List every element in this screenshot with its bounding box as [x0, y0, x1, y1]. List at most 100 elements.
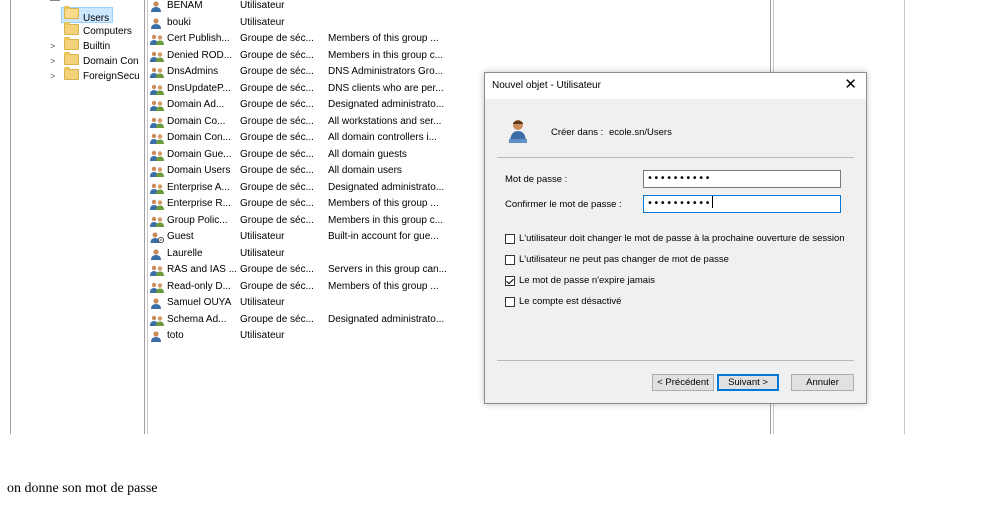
list-item-desc: Designated administrato... — [328, 181, 445, 193]
group-icon — [150, 51, 164, 62]
user-disabled-icon — [150, 232, 164, 243]
option-checkbox[interactable] — [505, 255, 515, 265]
list-item-type: Utilisateur — [240, 297, 285, 308]
list-item-type: Groupe de séc... — [240, 66, 314, 77]
tree-item-users[interactable]: Users — [64, 6, 110, 24]
list-item-type: Groupe de séc... — [240, 280, 314, 292]
list-item-name: Schema Ad... — [167, 313, 227, 325]
list-item-name: Domain Ad... — [167, 99, 225, 110]
confirm-password-label: Confirmer le mot de passe : — [505, 199, 622, 210]
chevron-right-icon[interactable]: > — [50, 54, 60, 68]
list-item-name: BENAM — [167, 0, 203, 11]
tree-item-foreignsecu[interactable]: > ForeignSecu — [50, 67, 140, 83]
tree-item-label: Computers — [83, 26, 132, 37]
group-icon — [150, 282, 164, 293]
list-item-desc: All domain controllers i... — [328, 132, 437, 143]
option-checkbox[interactable] — [505, 297, 515, 307]
group-icon — [150, 183, 164, 194]
group-icon — [150, 117, 164, 128]
list-item-name: Domain Users — [167, 165, 231, 176]
tree-item-domain-con[interactable]: > Domain Con — [50, 52, 139, 68]
folder-icon — [64, 22, 79, 35]
list-item-type: Groupe de séc... — [240, 33, 314, 44]
folder-icon — [64, 52, 79, 65]
list-item-type: Groupe de séc... — [240, 181, 314, 193]
user-icon — [509, 120, 527, 143]
list-item-desc: Members in this group c... — [328, 49, 444, 61]
list-item-desc: All domain users — [328, 165, 402, 176]
user-icon — [151, 248, 161, 260]
caption-text: on donne son mot de passe — [7, 481, 158, 496]
dialog-titlebar[interactable]: Nouvel objet - Utilisateur ✕ — [485, 73, 866, 99]
chevron-right-icon[interactable]: > — [50, 39, 60, 53]
list-item-type: Groupe de séc... — [240, 198, 314, 209]
list-item-name: Enterprise R... — [167, 198, 231, 209]
list-item-name: Denied ROD... — [167, 49, 233, 61]
pane-splitter[interactable] — [144, 0, 145, 434]
tree-item-label: Users — [83, 13, 110, 24]
option-label[interactable]: Le compte est désactivé — [519, 296, 621, 307]
list-item-desc: Members of this group ... — [328, 198, 439, 209]
option-label[interactable]: L'utilisateur ne peut pas changer de mot… — [519, 254, 729, 265]
group-icon — [150, 133, 164, 144]
list-item-desc: DNS clients who are per... — [328, 82, 444, 94]
list-item-name: DnsUpdateP... — [167, 82, 231, 94]
password-field[interactable]: •••••••••• — [643, 170, 841, 188]
confirm-password-field[interactable]: •••••••••• — [643, 195, 841, 213]
password-label: Mot de passe : — [505, 174, 568, 185]
previous-button[interactable]: < Précédent — [652, 374, 714, 391]
list-item-name: DnsAdmins — [167, 66, 219, 77]
option-label[interactable]: Le mot de passe n'expire jamais — [519, 275, 655, 286]
list-item-name: Domain Gue... — [167, 148, 232, 160]
list-item-type: Utilisateur — [240, 330, 285, 341]
folder-icon — [64, 37, 79, 50]
list-item-desc: Built-in account for gue... — [328, 231, 439, 242]
option-checkbox[interactable] — [505, 234, 515, 244]
confirm-password-value: •••••••••• — [647, 198, 711, 209]
tree-item-builtin[interactable]: > Builtin — [50, 37, 111, 53]
list-item-type: Groupe de séc... — [240, 148, 314, 160]
list-item-desc: Members of this group ... — [328, 33, 439, 44]
list-item-type: Groupe de séc... — [240, 49, 314, 61]
cancel-button[interactable]: Annuler — [791, 374, 854, 391]
screenshot-area: Users Computers > Builtin > Domain Con > Foreig… — [0, 0, 906, 434]
chevron-right-icon[interactable]: > — [50, 69, 60, 83]
group-icon — [150, 150, 164, 161]
folder-icon — [64, 67, 79, 80]
group-icon — [150, 265, 164, 276]
list-item-name: Guest — [167, 231, 194, 242]
list-item-name: Enterprise A... — [167, 181, 230, 193]
list-item-name: Laurelle — [167, 247, 203, 259]
tree-item-computers[interactable]: Computers — [64, 22, 132, 38]
group-icon — [150, 199, 164, 210]
list-item-type: Groupe de séc... — [240, 115, 314, 127]
group-icon — [150, 315, 164, 326]
list-item-desc: DNS Administrators Gro... — [328, 66, 444, 77]
list-item-type: Utilisateur — [240, 0, 285, 11]
create-in-value: ecole.sn/Users — [609, 127, 672, 138]
folder-icon — [64, 6, 79, 19]
next-button[interactable]: Suivant > — [717, 374, 779, 391]
list-item-type: Utilisateur — [240, 16, 285, 28]
list-item-type: Groupe de séc... — [240, 313, 314, 325]
list-item-type: Groupe de séc... — [240, 165, 314, 176]
list-item-name: Domain Con... — [167, 132, 231, 143]
tree-item-label: Builtin — [83, 41, 111, 52]
list-item-name: Group Polic... — [167, 214, 228, 226]
list-item-name: Cert Publish... — [167, 33, 230, 44]
user-icon — [151, 1, 161, 12]
list-item-name: bouki — [167, 16, 191, 28]
close-icon[interactable]: ✕ — [844, 77, 857, 93]
list-item-type: Groupe de séc... — [240, 264, 314, 275]
text-caret — [711, 196, 713, 208]
tree-item-label: Domain Con — [83, 56, 139, 67]
list-item-desc: Designated administrato... — [328, 99, 445, 110]
list-item-desc: All domain guests — [328, 148, 407, 160]
group-icon — [150, 166, 164, 177]
group-icon — [150, 216, 164, 227]
password-value: •••••••••• — [647, 173, 711, 184]
option-checkbox[interactable] — [505, 276, 515, 286]
list-item-desc: Members in this group c... — [328, 214, 444, 226]
user-icon — [151, 331, 161, 342]
option-label[interactable]: L'utilisateur doit changer le mot de pas… — [519, 233, 845, 244]
